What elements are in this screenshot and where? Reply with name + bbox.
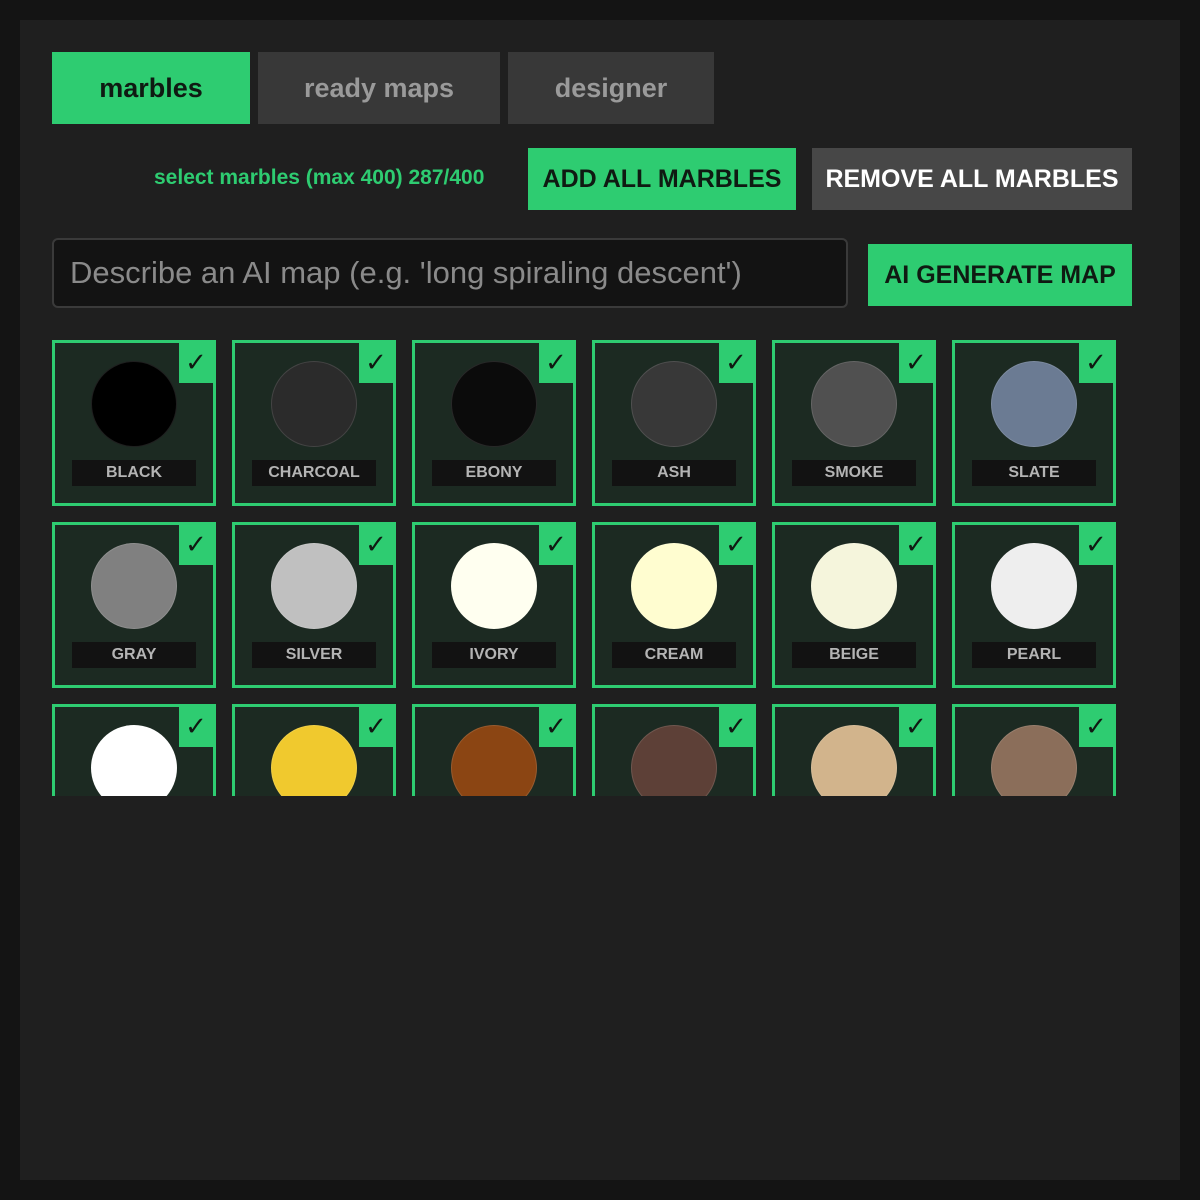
remove-all-marbles-button[interactable]: REMOVE ALL MARBLES: [812, 148, 1132, 210]
checkmark-icon: ✓: [899, 343, 933, 383]
marble-name-label: BLACK: [72, 460, 196, 486]
marble-name-label: SILVER: [252, 642, 376, 668]
checkmark-icon: ✓: [719, 707, 753, 747]
marble-name-label: SMOKE: [792, 460, 916, 486]
checkmark-icon: ✓: [359, 343, 393, 383]
marble-swatch: [91, 543, 177, 629]
marble-card[interactable]: ✓ CREAM: [592, 522, 756, 688]
marble-swatch: [631, 543, 717, 629]
marble-swatch: [271, 361, 357, 447]
checkmark-icon: ✓: [1079, 707, 1113, 747]
checkmark-icon: ✓: [899, 525, 933, 565]
marble-swatch: [991, 725, 1077, 796]
marble-card[interactable]: ✓ IVORY: [412, 522, 576, 688]
marble-name-label: EBONY: [432, 460, 556, 486]
marble-swatch: [271, 543, 357, 629]
checkmark-icon: ✓: [539, 343, 573, 383]
add-all-marbles-button[interactable]: ADD ALL MARBLES: [528, 148, 796, 210]
marble-card[interactable]: ✓: [412, 704, 576, 796]
marble-card[interactable]: ✓: [592, 704, 756, 796]
marble-card[interactable]: ✓ PEARL: [952, 522, 1116, 688]
tab-designer[interactable]: designer: [508, 52, 714, 124]
marble-panel: marbles ready maps designer select marbl…: [20, 20, 1180, 1180]
marble-name-label: CREAM: [612, 642, 736, 668]
checkmark-icon: ✓: [179, 343, 213, 383]
marble-swatch: [91, 725, 177, 796]
marble-name-label: BEIGE: [792, 642, 916, 668]
marble-grid: ✓ BLACK ✓ CHARCOAL ✓ EBONY ✓ ASH ✓ SMOKE ✓ SLATE ✓ GR…: [52, 340, 1132, 796]
tab-ready-maps[interactable]: ready maps: [258, 52, 500, 124]
checkmark-icon: ✓: [1079, 343, 1113, 383]
selection-count-label: select marbles (max 400) 287/400: [154, 166, 485, 189]
marble-swatch: [811, 725, 897, 796]
marble-card[interactable]: ✓ CHARCOAL: [232, 340, 396, 506]
marble-card[interactable]: ✓ SMOKE: [772, 340, 936, 506]
marble-swatch: [991, 543, 1077, 629]
marble-swatch: [631, 361, 717, 447]
marble-card[interactable]: ✓ SILVER: [232, 522, 396, 688]
marble-card[interactable]: ✓ EBONY: [412, 340, 576, 506]
checkmark-icon: ✓: [1079, 525, 1113, 565]
marble-swatch: [451, 361, 537, 447]
checkmark-icon: ✓: [539, 707, 573, 747]
marble-swatch: [451, 543, 537, 629]
marble-name-label: ASH: [612, 460, 736, 486]
checkmark-icon: ✓: [899, 707, 933, 747]
marble-swatch: [631, 725, 717, 796]
marble-swatch: [91, 361, 177, 447]
marble-card[interactable]: ✓: [772, 704, 936, 796]
checkmark-icon: ✓: [179, 707, 213, 747]
marble-card[interactable]: ✓ BLACK: [52, 340, 216, 506]
marble-card[interactable]: ✓: [952, 704, 1116, 796]
checkmark-icon: ✓: [719, 525, 753, 565]
marble-card[interactable]: ✓: [52, 704, 216, 796]
marble-swatch: [271, 725, 357, 796]
marble-card[interactable]: ✓: [232, 704, 396, 796]
tab-marbles[interactable]: marbles: [52, 52, 250, 124]
ai-generate-map-button[interactable]: AI GENERATE MAP: [868, 244, 1132, 306]
marble-name-label: CHARCOAL: [252, 460, 376, 486]
marble-swatch: [811, 543, 897, 629]
marble-name-label: GRAY: [72, 642, 196, 668]
marble-card[interactable]: ✓ BEIGE: [772, 522, 936, 688]
checkmark-icon: ✓: [359, 707, 393, 747]
marble-card[interactable]: ✓ ASH: [592, 340, 756, 506]
ai-map-prompt-input[interactable]: [52, 238, 848, 308]
marble-card[interactable]: ✓ GRAY: [52, 522, 216, 688]
marble-swatch: [991, 361, 1077, 447]
marble-card[interactable]: ✓ SLATE: [952, 340, 1116, 506]
checkmark-icon: ✓: [179, 525, 213, 565]
checkmark-icon: ✓: [719, 343, 753, 383]
marble-name-label: PEARL: [972, 642, 1096, 668]
checkmark-icon: ✓: [359, 525, 393, 565]
marble-swatch: [811, 361, 897, 447]
marble-swatch: [451, 725, 537, 796]
marble-name-label: SLATE: [972, 460, 1096, 486]
checkmark-icon: ✓: [539, 525, 573, 565]
marble-name-label: IVORY: [432, 642, 556, 668]
